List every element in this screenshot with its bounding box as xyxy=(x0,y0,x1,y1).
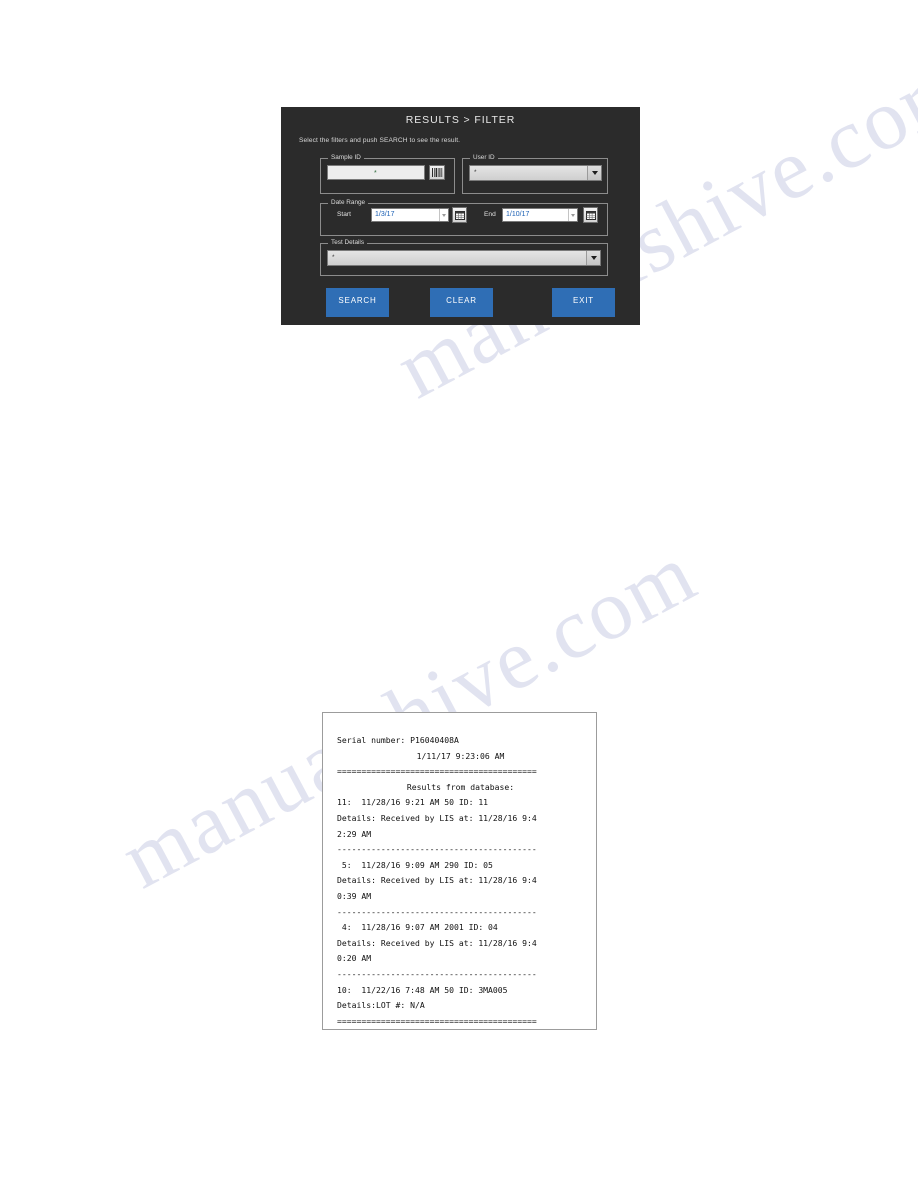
entry-summary: 11: 11/28/16 9:21 AM 50 ID: 11 xyxy=(337,797,489,808)
entry-separator: ----------------------------------------… xyxy=(337,968,537,979)
calendar-icon xyxy=(454,211,465,220)
clear-button[interactable]: CLEAR xyxy=(430,288,493,317)
end-date-input[interactable]: 1/10/17 xyxy=(502,208,578,222)
end-date-value: 1/10/17 xyxy=(506,211,530,218)
printout-entry: 5: 11/28/16 9:09 AM 290 ID: 05 Details: … xyxy=(337,858,584,920)
barcode-scan-button[interactable] xyxy=(429,165,445,180)
printout-timestamp: 1/11/17 9:23:06 AM xyxy=(416,750,505,761)
chevron-down-icon xyxy=(571,213,575,217)
sample-id-value: * xyxy=(374,170,377,177)
printout-results-header: Results from database: xyxy=(406,781,515,792)
printout-entry: 10: 11/22/16 7:48 AM 50 ID: 3MA005 Detai… xyxy=(337,983,584,1014)
exit-button[interactable]: EXIT xyxy=(552,288,615,317)
chevron-down-icon xyxy=(590,256,597,260)
chevron-down-icon xyxy=(591,171,598,175)
entry-separator: ----------------------------------------… xyxy=(337,906,537,917)
entry-details-line1: Details: Received by LIS at: 11/28/16 9:… xyxy=(337,937,537,948)
entry-details-line2: 2:29 AM xyxy=(337,828,372,839)
test-details-selected-value: * xyxy=(332,254,335,261)
end-date-calendar-button[interactable] xyxy=(583,207,598,223)
barcode-icon xyxy=(431,168,442,177)
user-id-dropdown-arrow[interactable] xyxy=(587,166,601,180)
entry-summary: 4: 11/28/16 9:07 AM 2001 ID: 04 xyxy=(337,922,498,933)
start-date-calendar-button[interactable] xyxy=(452,207,467,223)
entry-separator: ----------------------------------------… xyxy=(337,844,537,855)
start-date-value: 1/3/17 xyxy=(375,211,395,218)
entry-details-line1: Details: Received by LIS at: 11/28/16 9:… xyxy=(337,812,537,823)
printout-bottom-separator: ========================================… xyxy=(337,1015,537,1026)
printout-top-separator: ========================================… xyxy=(337,766,537,777)
sample-id-label: Sample ID xyxy=(328,154,364,162)
test-details-dropdown[interactable]: * xyxy=(327,250,601,266)
start-date-label: Start xyxy=(337,211,351,218)
page-title: RESULTS > FILTER xyxy=(405,114,516,126)
entry-details-line2: 0:20 AM xyxy=(337,953,372,964)
results-printout: Serial number: P16040408A 1/11/17 9:23:0… xyxy=(322,712,597,1030)
end-date-spinner[interactable] xyxy=(568,209,577,221)
printout-serial-number: Serial number: P16040408A xyxy=(337,735,459,745)
date-range-label: Date Range xyxy=(328,199,369,207)
start-date-spinner[interactable] xyxy=(439,209,448,221)
end-date-label: End xyxy=(484,211,496,218)
test-details-label: Test Details xyxy=(328,239,368,247)
start-date-input[interactable]: 1/3/17 xyxy=(371,208,449,222)
printout-entry: 4: 11/28/16 9:07 AM 2001 ID: 04 Details:… xyxy=(337,920,584,982)
user-id-selected-value: * xyxy=(474,169,477,176)
entry-details-line1: Details:LOT #: N/A xyxy=(337,1000,425,1011)
test-details-dropdown-arrow[interactable] xyxy=(586,251,600,265)
search-button[interactable]: SEARCH xyxy=(326,288,389,317)
user-id-label: User ID xyxy=(470,154,498,162)
user-id-dropdown[interactable]: * xyxy=(469,165,602,181)
chevron-down-icon xyxy=(442,213,446,217)
panel-instruction-text: Select the filters and push SEARCH to se… xyxy=(299,137,461,144)
printout-entry: 11: 11/28/16 9:21 AM 50 ID: 11 Details: … xyxy=(337,795,584,857)
calendar-icon xyxy=(585,211,596,220)
entry-details-line1: Details: Received by LIS at: 11/28/16 9:… xyxy=(337,875,537,886)
entry-summary: 5: 11/28/16 9:09 AM 290 ID: 05 xyxy=(337,859,493,870)
entry-summary: 10: 11/22/16 7:48 AM 50 ID: 3MA005 xyxy=(337,984,508,995)
entry-details-line2: 0:39 AM xyxy=(337,890,372,901)
